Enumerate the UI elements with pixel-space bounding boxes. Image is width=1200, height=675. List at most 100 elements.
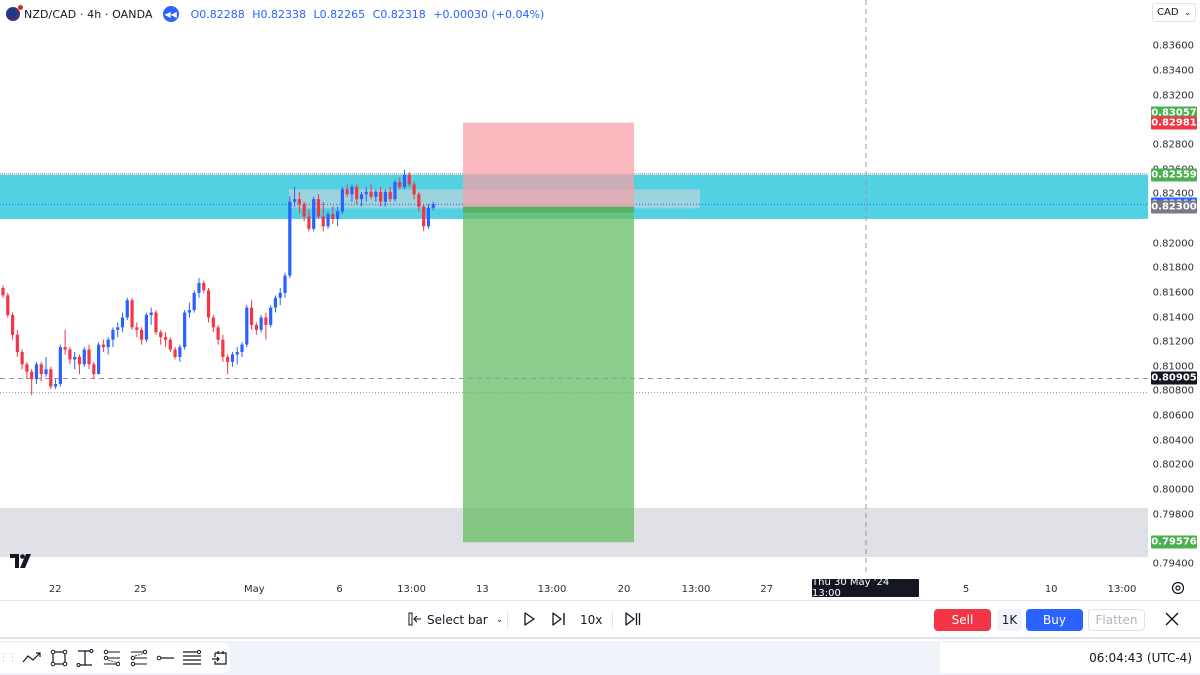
ohlc-values: O0.82288 H0.82338 L0.82265 C0.82318 +0.0… (191, 8, 549, 21)
short-position-risk-area (463, 122, 634, 207)
candle-body (173, 349, 177, 357)
sell-button[interactable]: Sell (934, 609, 991, 631)
date-range-icon[interactable] (209, 646, 230, 670)
currency-select[interactable]: CAD ⌄ (1152, 3, 1196, 22)
crosshair-time-label: Thu 30 May '24 13:00 (812, 577, 919, 599)
buy-button[interactable]: Buy (1026, 609, 1083, 631)
candle-body (149, 312, 153, 316)
candle-body (230, 354, 235, 362)
trend-line-icon[interactable] (22, 646, 43, 670)
rectangle-icon[interactable] (49, 646, 70, 670)
high-value: H0.82338 (252, 7, 307, 21)
close-replay-button[interactable] (1162, 610, 1182, 630)
candle-body (407, 174, 411, 185)
candle-body (355, 186, 359, 200)
time-tick: 22 (48, 584, 62, 595)
candle-body (183, 312, 187, 348)
candle-body (168, 339, 172, 350)
step-forward-button[interactable] (551, 610, 567, 630)
time-axis[interactable]: 13:00 10 5 27 13:00 20 13:00 13 13:00 6 May 25 22 Th… (0, 575, 1200, 601)
candle-body (245, 307, 249, 345)
flatten-button[interactable]: Flatten (1088, 609, 1145, 631)
candle-body (197, 283, 201, 293)
time-tick: 20 (617, 584, 631, 595)
select-bar-icon (408, 612, 422, 629)
candle-body (345, 189, 349, 195)
divider (507, 611, 508, 629)
candle-body (350, 186, 354, 195)
price-tick: 0.81000 (1152, 361, 1194, 373)
select-bar-label: Select bar (427, 613, 488, 627)
price-range-icon[interactable] (75, 646, 96, 670)
quantity-button[interactable]: 1K (997, 609, 1022, 631)
settings-icon[interactable] (1170, 580, 1186, 596)
candle-body (393, 181, 397, 200)
stop-price-label: 0.82981 (1151, 116, 1197, 130)
candle-body (92, 364, 96, 375)
candle-body (30, 371, 34, 380)
favorite-drawings-toolbar: ⋮⋮ (0, 643, 230, 673)
candle-body (10, 315, 15, 335)
candle-body (326, 214, 330, 227)
chart-canvas[interactable] (0, 0, 1148, 575)
candle-body (283, 275, 287, 293)
short-position-entry-band (463, 206, 634, 213)
candle-body (34, 364, 39, 380)
time-tick: 13:00 (537, 584, 567, 595)
candle-body (273, 297, 278, 308)
price-tick: 0.81600 (1152, 287, 1194, 299)
candle-body (49, 369, 53, 387)
candle-body (82, 349, 86, 365)
horizontal-lines-icon[interactable] (181, 646, 203, 670)
candle-body (321, 216, 325, 227)
candle-body (302, 204, 306, 217)
candle-body (187, 310, 192, 313)
low-value: L0.82265 (313, 7, 366, 21)
rewind-icon[interactable]: ◀◀ (162, 6, 179, 22)
candle-body (163, 337, 168, 340)
select-bar-button[interactable]: Select bar ⌄ (408, 610, 503, 630)
candle-body (388, 191, 392, 200)
price-tick: 0.80800 (1152, 385, 1194, 397)
tradingview-logo[interactable] (10, 553, 34, 572)
candle-body (125, 300, 129, 318)
price-tick: 0.83400 (1152, 65, 1194, 77)
short-position-icon[interactable] (128, 646, 149, 670)
time-tick: May (244, 584, 265, 595)
candle-body (1, 287, 5, 296)
speed-button[interactable]: 10x (580, 610, 602, 630)
horizontal-line-icon[interactable] (155, 646, 176, 670)
candle-body (312, 199, 316, 229)
candle-body (422, 206, 426, 227)
symbol-title[interactable]: NZD/CAD · 4h · OANDA (24, 8, 153, 21)
tradingview-logo-icon (10, 554, 31, 568)
candle-body (202, 283, 206, 291)
crosshair-price-label: 0.80905 (1151, 371, 1197, 385)
candle-body (340, 189, 344, 212)
candle-body (269, 307, 273, 325)
candle-body (259, 317, 263, 330)
candle-body (135, 327, 139, 330)
play-button[interactable] (522, 610, 536, 630)
time-tick: 27 (760, 584, 774, 595)
time-tick: 5 (962, 584, 970, 595)
candle-body (379, 191, 383, 202)
price-axis[interactable]: 0.836000.834000.832000.828000.826000.824… (1148, 0, 1200, 575)
jump-to-realtime-icon (624, 611, 642, 630)
candle-body (178, 347, 182, 357)
price-tick: 0.79800 (1152, 509, 1194, 521)
time-tick: 13:00 (681, 584, 711, 595)
jump-to-realtime-button[interactable] (624, 610, 642, 630)
candle-body (226, 356, 230, 362)
drag-handle-icon[interactable]: ⋮⋮ (0, 651, 17, 665)
divider (612, 611, 613, 629)
chart-pane[interactable]: NZD/CAD · 4h · OANDA ◀◀ O0.82288 H0.8233… (0, 0, 1148, 575)
candle-body (398, 181, 402, 187)
currency-value: CAD (1157, 7, 1179, 18)
candle-body (307, 216, 311, 229)
candle-body (369, 191, 373, 197)
candle-body (39, 364, 43, 375)
clock[interactable]: 06:04:43 (UTC-4) (940, 643, 1200, 673)
long-position-icon[interactable] (102, 646, 123, 670)
change-value: +0.00030 (+0.04%) (433, 7, 545, 21)
